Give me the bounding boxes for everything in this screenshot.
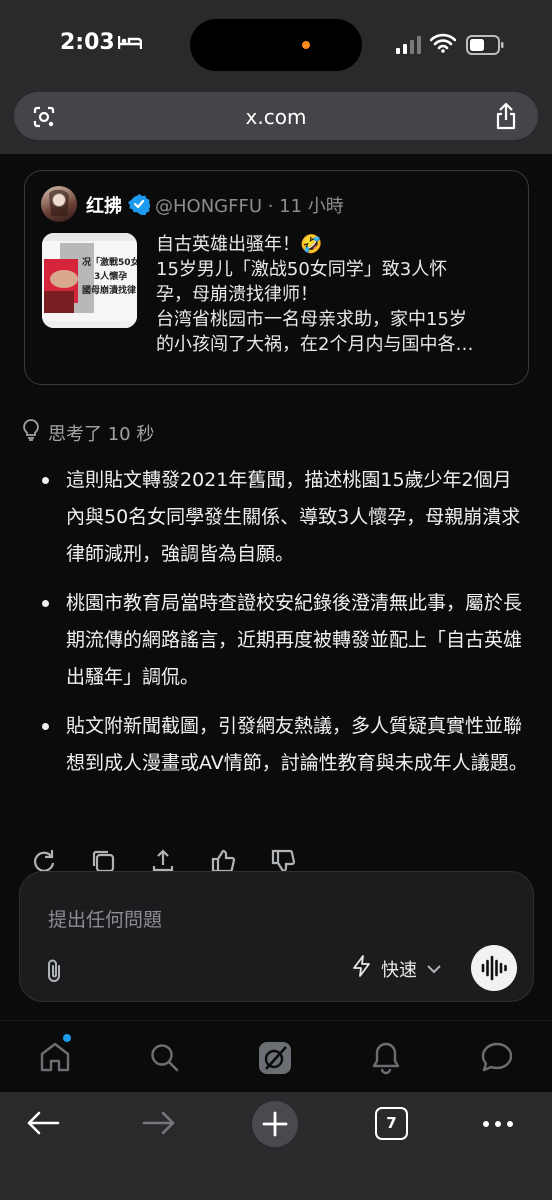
- thumb-headline-2: 3人懷孕: [94, 270, 127, 282]
- address-bar[interactable]: x.com: [14, 92, 538, 140]
- forward-arrow-icon[interactable]: [142, 1110, 176, 1140]
- post-text-line: 孕，母崩溃找律师！: [156, 284, 318, 305]
- grok-icon[interactable]: [258, 1041, 292, 1079]
- post-text-line: 自古英雄出骚年！🤣: [156, 234, 323, 255]
- app-bottom-nav: [0, 1020, 552, 1092]
- quoted-post-text: 自古英雄出骚年！🤣 15岁男儿「激战50女同学」致3人怀 孕，母崩溃找律师！ 台…: [156, 232, 518, 357]
- search-icon[interactable]: [148, 1041, 180, 1077]
- privacy-indicator-dot: [302, 41, 310, 49]
- url-text[interactable]: x.com: [14, 105, 538, 129]
- post-text-line: 台湾省桃园市一名母亲求助，家中15岁: [156, 309, 467, 330]
- share-icon[interactable]: [494, 102, 518, 134]
- new-tab-button[interactable]: [252, 1101, 298, 1147]
- author-avatar[interactable]: [41, 186, 77, 222]
- thinking-duration-toggle[interactable]: 思考了 10 秒: [22, 419, 154, 446]
- tab-switcher-button[interactable]: 7: [375, 1107, 408, 1140]
- wifi-icon: [429, 33, 457, 57]
- verified-badge-icon: [127, 193, 152, 219]
- author-handle-and-time: @HONGFFU · 11 小時: [155, 196, 344, 217]
- list-item: 桃園市教育局當時查證校安紀錄後澄清無此事，屬於長期流傳的網路謠言，近期再度被轉發…: [40, 585, 530, 696]
- voice-mode-button[interactable]: [471, 945, 517, 991]
- ask-input-placeholder[interactable]: 提出任何問題: [48, 905, 162, 932]
- thinking-label: 思考了 10 秒: [48, 423, 155, 445]
- status-time: 2:03: [60, 30, 115, 55]
- waveform-icon: [481, 955, 507, 981]
- more-options-icon[interactable]: [482, 1114, 514, 1138]
- status-bar: 2:03: [0, 0, 552, 88]
- battery-icon: [466, 35, 504, 59]
- author-name[interactable]: 红拂: [86, 192, 122, 218]
- browser-bottom-toolbar: 7: [0, 1092, 552, 1200]
- lightning-icon: [352, 955, 372, 982]
- list-item: 貼文附新聞截圖，引發網友熱議，多人質疑真實性並聯想到成人漫畫或AV情節，討論性教…: [40, 708, 530, 782]
- home-unread-dot: [63, 1034, 71, 1042]
- answer-bullet-list: 這則貼文轉發2021年舊聞，描述桃園15歲少年2個月內與50名女同學發生關係、導…: [40, 462, 530, 794]
- cellular-signal-icon: [396, 36, 422, 58]
- quoted-post-card[interactable]: 红拂 @HONGFFU · 11 小時 况「激戰50女 3人懷孕 國母崩潰找律 …: [24, 170, 529, 385]
- browser-toolbar: x.com: [0, 88, 552, 154]
- post-text-line: 的小孩闯了大祸，在2个月内与国中各…: [156, 334, 474, 355]
- home-icon[interactable]: [38, 1041, 72, 1077]
- dynamic-island: [190, 19, 362, 71]
- notifications-bell-icon[interactable]: [370, 1041, 402, 1079]
- sleep-focus-icon: [117, 34, 143, 54]
- paperclip-icon[interactable]: [45, 958, 65, 988]
- lightbulb-icon: [22, 419, 40, 446]
- mode-label: 快速: [381, 959, 417, 981]
- mode-selector[interactable]: 快速: [352, 955, 442, 982]
- thumb-headline-1: 况「激戰50女: [82, 256, 137, 268]
- messages-icon[interactable]: [480, 1041, 514, 1077]
- thumb-headline-3: 國母崩潰找律: [82, 284, 136, 296]
- plus-icon: [262, 1111, 288, 1137]
- grok-answer-panel: 红拂 @HONGFFU · 11 小時 况「激戰50女 3人懷孕 國母崩潰找律 …: [0, 154, 552, 1020]
- list-item: 這則貼文轉發2021年舊聞，描述桃園15歲少年2個月內與50名女同學發生關係、導…: [40, 462, 530, 573]
- chevron-down-icon: [426, 958, 442, 979]
- ask-input-box[interactable]: 提出任何問題 快速: [19, 871, 534, 1002]
- back-arrow-icon[interactable]: [26, 1110, 60, 1140]
- news-screenshot-thumbnail[interactable]: 况「激戰50女 3人懷孕 國母崩潰找律: [42, 233, 137, 328]
- post-text-line: 15岁男儿「激战50女同学」致3人怀: [156, 259, 448, 280]
